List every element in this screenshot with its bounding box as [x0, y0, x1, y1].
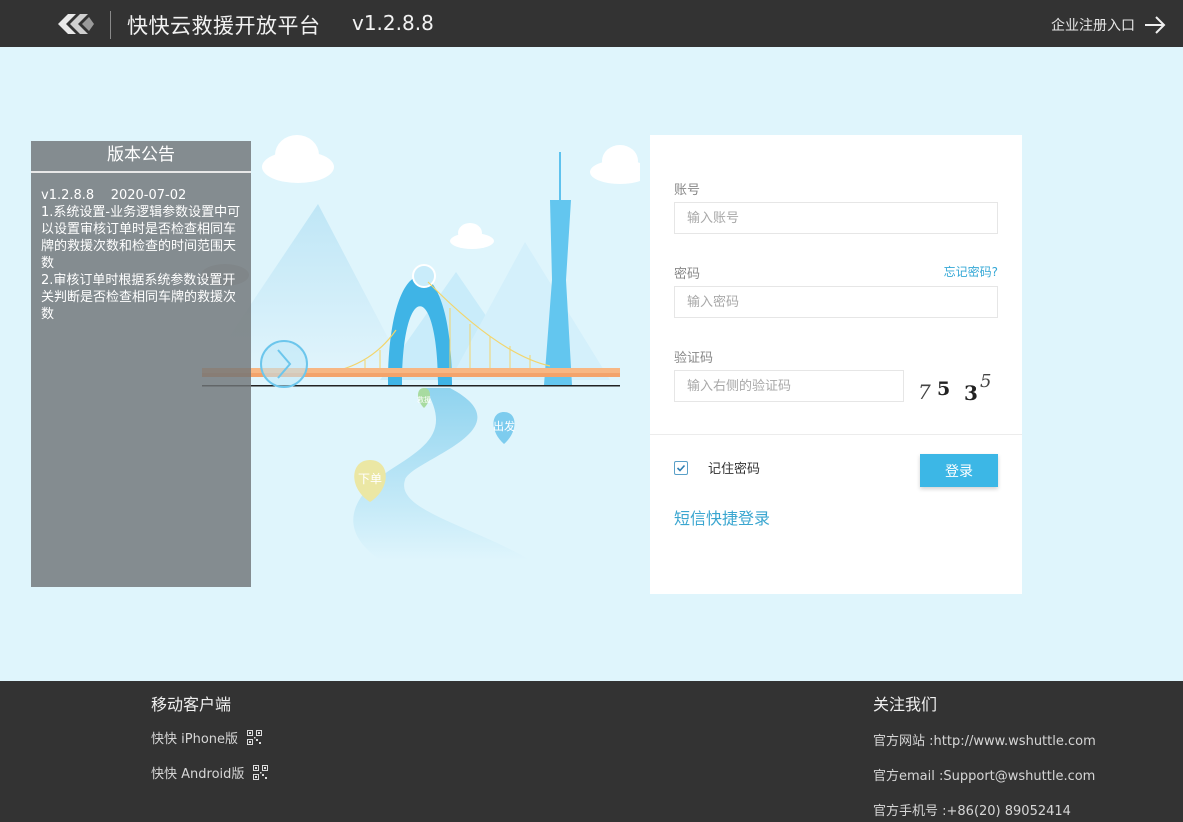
mobile-client-heading: 移动客户端 — [151, 695, 232, 714]
arrow-right-icon — [1145, 16, 1166, 34]
captcha-char: 5 — [980, 371, 991, 392]
captcha-input[interactable] — [674, 370, 904, 402]
version-announcement-panel: 版本公告 v1.2.8.8 2020-07-02 1.系统设置-业务逻辑参数设置… — [31, 141, 251, 587]
android-app-item: 快快 Android版 — [151, 763, 269, 782]
login-button[interactable]: 登录 — [920, 454, 998, 487]
announcement-body: v1.2.8.8 2020-07-02 1.系统设置-业务逻辑参数设置中可以设置… — [31, 173, 251, 323]
logo-icon — [58, 14, 94, 34]
login-card: 账号 密码 忘记密码? 验证码 7 5 3 5 记住密码 登录 短信快捷登录 — [650, 135, 1022, 594]
qr-code-icon[interactable] — [247, 730, 263, 745]
captcha-char: 7 — [918, 380, 931, 403]
iphone-app-label: 快快 iPhone版 — [151, 732, 239, 747]
password-input[interactable] — [674, 286, 998, 318]
remember-password[interactable]: 记住密码 — [674, 458, 760, 477]
top-header: 快快云救援开放平台 v1.2.8.8 企业注册入口 — [0, 0, 1183, 47]
qr-code-icon[interactable] — [253, 765, 269, 780]
follow-us-heading: 关注我们 — [873, 695, 938, 714]
official-phone: 官方手机号 :+86(20) 89052414 — [873, 804, 1071, 819]
checkmark-icon — [676, 464, 686, 472]
card-divider — [650, 434, 1022, 435]
city-illustration: 救援 出发 下单 — [200, 135, 640, 560]
account-input[interactable] — [674, 202, 998, 234]
header-divider — [110, 11, 111, 39]
remember-checkbox[interactable] — [674, 460, 688, 475]
announcement-title: 版本公告 — [31, 141, 251, 173]
enterprise-register-link[interactable]: 企业注册入口 — [1051, 12, 1167, 38]
sms-login-link[interactable]: 短信快捷登录 — [674, 505, 770, 529]
pin-order-label: 下单 — [358, 472, 382, 486]
account-label: 账号 — [674, 183, 701, 198]
remember-label: 记住密码 — [708, 462, 761, 477]
captcha-label: 验证码 — [674, 351, 714, 366]
captcha-image[interactable]: 7 5 3 5 — [916, 369, 1000, 403]
iphone-app-item: 快快 iPhone版 — [151, 728, 263, 747]
captcha-char: 3 — [964, 381, 978, 403]
password-label: 密码 — [674, 267, 701, 282]
app-title: 快快云救援开放平台 — [127, 14, 321, 38]
captcha-char: 5 — [937, 378, 950, 400]
android-app-label: 快快 Android版 — [151, 767, 245, 782]
pin-rescue-label: 救援 — [417, 395, 431, 404]
official-website[interactable]: 官方网站 :http://www.wshuttle.com — [873, 730, 1096, 749]
announcement-line: 1.系统设置-业务逻辑参数设置中可以设置审核订单时是否检查相同车牌的救援次数和检… — [41, 205, 241, 271]
announcement-line: v1.2.8.8 2020-07-02 — [41, 188, 187, 203]
pin-depart-label: 出发 — [493, 419, 515, 433]
official-email[interactable]: 官方email :Support@wshuttle.com — [873, 765, 1095, 784]
enterprise-register-label: 企业注册入口 — [1051, 18, 1135, 34]
forgot-password-link[interactable]: 忘记密码? — [944, 263, 998, 280]
announcement-line: 2.审核订单时根据系统参数设置开关判断是否检查相同车牌的救援次数 — [41, 273, 237, 322]
footer: 移动客户端 快快 iPhone版 快快 Android版 关注我们 官方网站 :… — [0, 681, 1183, 822]
app-version: v1.2.8.8 — [352, 11, 434, 35]
